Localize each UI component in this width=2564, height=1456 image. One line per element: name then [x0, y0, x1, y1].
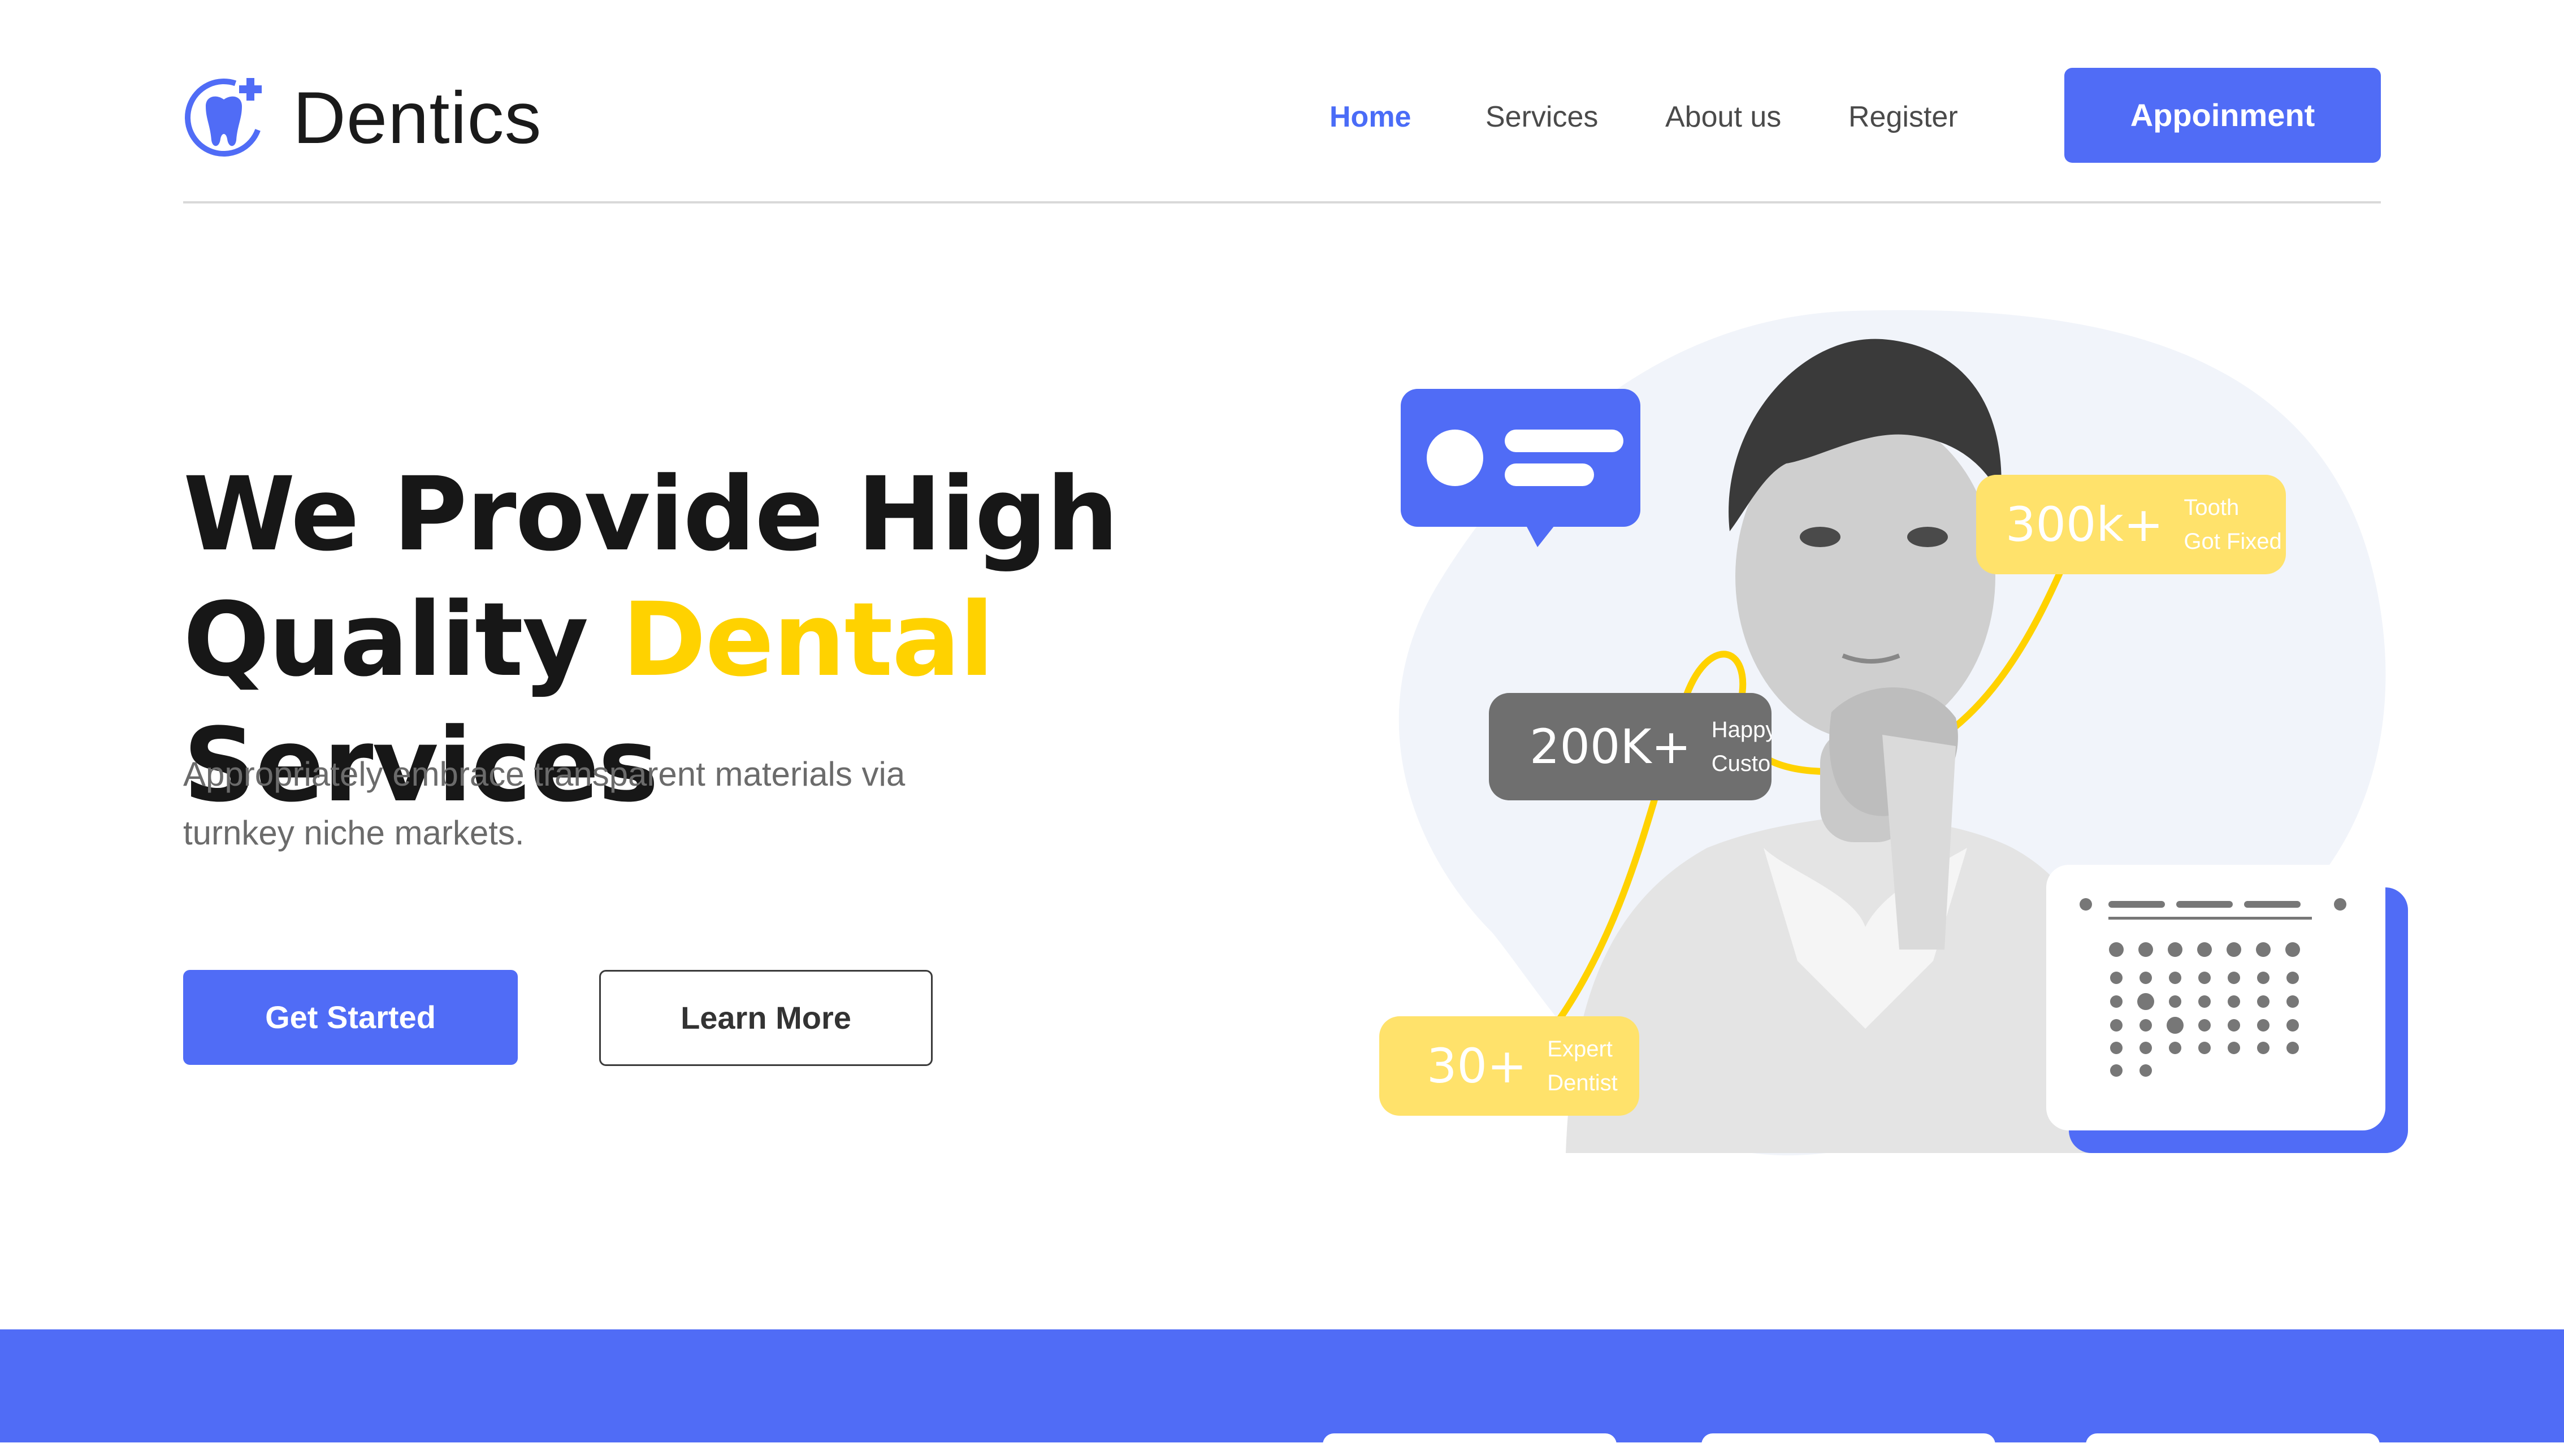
feature-card[interactable] [1323, 1433, 1617, 1456]
stat-label: Expert Dentist [1547, 1032, 1618, 1100]
hero-title-highlight: Dental [622, 581, 994, 699]
nav-services[interactable]: Services [1485, 97, 1598, 137]
stat-value: 200K+ [1530, 719, 1691, 774]
calendar-icon [2046, 865, 2408, 1153]
stat-label-line1: Happy [1711, 717, 1772, 742]
brand-name[interactable]: Dentics [293, 72, 542, 163]
hero-description-line2: turnkey niche markets. [183, 814, 525, 852]
nav-home[interactable]: Home [1329, 97, 1411, 137]
nav-register[interactable]: Register [1848, 97, 1958, 137]
feature-card[interactable] [2086, 1433, 2380, 1456]
stat-value: 30+ [1427, 1038, 1527, 1094]
stat-label: Happy Custom [1712, 713, 1772, 781]
appointment-button[interactable]: Appoinment [2064, 68, 2381, 163]
stat-label-line2: Dentist [1547, 1071, 1618, 1095]
stat-expert-dentists: 30+ Expert Dentist [1379, 1016, 1639, 1116]
features-band [0, 1329, 2564, 1442]
get-started-button[interactable]: Get Started [183, 970, 518, 1065]
stat-value: 300k+ [2006, 497, 2164, 552]
hero-description: Appropriately embrace transparent materi… [183, 745, 1031, 863]
stat-label-line1: Expert [1547, 1037, 1613, 1061]
learn-more-button[interactable]: Learn More [599, 970, 933, 1066]
stat-label-line1: Tooth [2184, 495, 2240, 520]
nav-about-us[interactable]: About us [1665, 97, 1781, 137]
stat-happy-customers: 200K+ Happy Custom [1489, 693, 1772, 800]
hero-description-line1: Appropriately embrace transparent materi… [183, 755, 906, 793]
hero-title-line1: We Provide High [183, 456, 1119, 574]
feature-card[interactable] [1701, 1433, 1995, 1456]
stat-label-line2: Got Fixed [2184, 529, 2282, 554]
stat-label-line2: Custom [1711, 751, 1772, 776]
stat-tooth-fixed: 300k+ Tooth Got Fixed [1976, 475, 2286, 574]
header-divider [183, 201, 2381, 203]
chat-bubble-icon [1401, 389, 1640, 547]
stat-label: Tooth Got Fixed [2184, 491, 2281, 558]
hero-title-pre: Quality [183, 581, 622, 699]
tooth-logo-icon[interactable] [183, 73, 268, 158]
